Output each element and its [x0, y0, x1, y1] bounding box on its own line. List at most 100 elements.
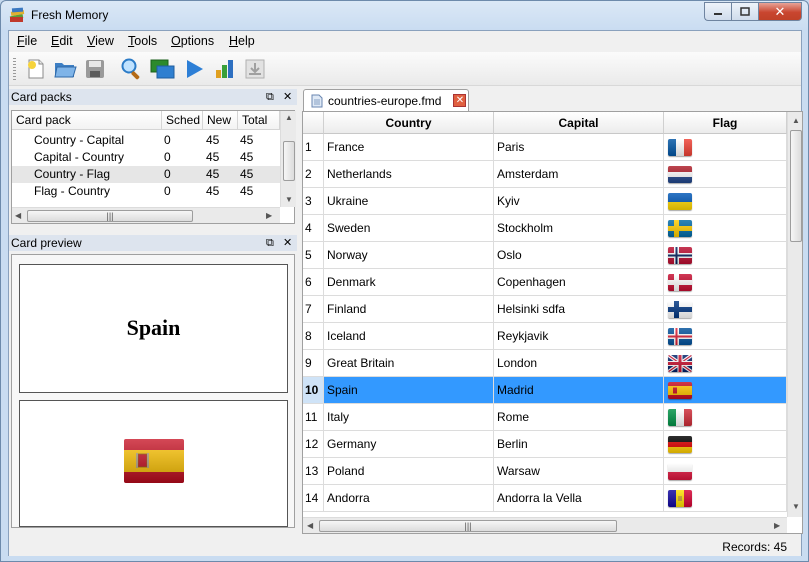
- menu-options[interactable]: Options: [171, 34, 214, 48]
- title-bar[interactable]: Fresh Memory ✕: [1, 1, 808, 30]
- import-button[interactable]: [242, 56, 268, 82]
- cell-country[interactable]: Norway: [324, 242, 494, 269]
- row-number[interactable]: 11: [303, 404, 324, 431]
- card-pack-row[interactable]: Capital - Country 0 45 45: [12, 149, 280, 166]
- cell-capital[interactable]: Berlin: [494, 431, 664, 458]
- cell-country[interactable]: Poland: [324, 458, 494, 485]
- row-number[interactable]: 8: [303, 323, 324, 350]
- row-number[interactable]: 3: [303, 188, 324, 215]
- row-number[interactable]: 2: [303, 161, 324, 188]
- column-header-flag[interactable]: Flag: [664, 112, 787, 134]
- cell-country[interactable]: Ukraine: [324, 188, 494, 215]
- table-row[interactable]: 8 Iceland Reykjavik: [303, 323, 787, 350]
- cards-table[interactable]: Country Capital Flag 1 France Paris 2 Nether…: [302, 111, 803, 534]
- cell-country[interactable]: Andorra: [324, 485, 494, 512]
- row-number[interactable]: 14: [303, 485, 324, 512]
- cell-capital[interactable]: Paris: [494, 134, 664, 161]
- cell-capital[interactable]: Amsterdam: [494, 161, 664, 188]
- row-number[interactable]: 12: [303, 431, 324, 458]
- table-horizontal-scrollbar[interactable]: ◀ ||| ▶: [303, 517, 787, 533]
- cell-flag[interactable]: [664, 188, 787, 215]
- card-packs-horizontal-scrollbar[interactable]: ◀ ||| ▶: [12, 207, 280, 223]
- cell-flag[interactable]: [664, 215, 787, 242]
- row-number[interactable]: 7: [303, 296, 324, 323]
- close-button[interactable]: ✕: [758, 2, 802, 21]
- column-header-country[interactable]: Country: [324, 112, 494, 134]
- row-number[interactable]: 6: [303, 269, 324, 296]
- cell-flag[interactable]: [664, 242, 787, 269]
- cell-country[interactable]: Italy: [324, 404, 494, 431]
- menu-view[interactable]: View: [87, 34, 114, 48]
- scroll-right-icon[interactable]: ▶: [774, 521, 780, 530]
- cell-country[interactable]: Denmark: [324, 269, 494, 296]
- table-row[interactable]: 5 Norway Oslo: [303, 242, 787, 269]
- menu-help[interactable]: Help: [229, 34, 255, 48]
- row-number[interactable]: 5: [303, 242, 324, 269]
- scroll-left-icon[interactable]: ◀: [307, 521, 313, 530]
- row-number[interactable]: 10: [303, 377, 324, 404]
- card-packs-list[interactable]: Card pack Sched New Total Country - Capi…: [11, 110, 296, 224]
- row-number[interactable]: 1: [303, 134, 324, 161]
- tab-countries-europe[interactable]: countries-europe.fmd ✕: [303, 89, 469, 111]
- cell-country[interactable]: Great Britain: [324, 350, 494, 377]
- scrollbar-thumb[interactable]: [790, 130, 802, 242]
- table-row[interactable]: 14 Andorra Andorra la Vella: [303, 485, 787, 512]
- scroll-up-icon[interactable]: ▲: [285, 113, 293, 122]
- cell-country[interactable]: Sweden: [324, 215, 494, 242]
- close-icon[interactable]: ✕: [283, 235, 292, 251]
- column-header-capital[interactable]: Capital: [494, 112, 664, 134]
- card-pack-row[interactable]: Country - Capital 0 45 45: [12, 132, 280, 149]
- menu-tools[interactable]: Tools: [128, 34, 157, 48]
- cell-flag[interactable]: [664, 269, 787, 296]
- cell-country[interactable]: Iceland: [324, 323, 494, 350]
- undock-icon[interactable]: ⧉: [266, 89, 274, 105]
- cell-capital[interactable]: Kyiv: [494, 188, 664, 215]
- table-row[interactable]: 12 Germany Berlin: [303, 431, 787, 458]
- cell-capital[interactable]: Reykjavik: [494, 323, 664, 350]
- cell-capital[interactable]: Madrid: [494, 377, 664, 404]
- menu-edit[interactable]: Edit: [51, 34, 73, 48]
- cell-flag[interactable]: [664, 323, 787, 350]
- table-row[interactable]: 11 Italy Rome: [303, 404, 787, 431]
- scroll-down-icon[interactable]: ▼: [792, 502, 800, 511]
- save-button[interactable]: [82, 56, 108, 82]
- cell-flag[interactable]: [664, 431, 787, 458]
- cell-country[interactable]: Finland: [324, 296, 494, 323]
- cell-country[interactable]: Germany: [324, 431, 494, 458]
- open-button[interactable]: [52, 56, 78, 82]
- header-sched[interactable]: Sched: [162, 111, 203, 130]
- find-button[interactable]: [119, 56, 145, 82]
- card-packs-vertical-scrollbar[interactable]: ▲ ▼: [280, 111, 296, 207]
- scrollbar-thumb[interactable]: |||: [27, 210, 193, 222]
- scrollbar-thumb[interactable]: |||: [319, 520, 617, 532]
- close-icon[interactable]: ✕: [283, 89, 292, 105]
- cell-flag[interactable]: [664, 161, 787, 188]
- windows-button[interactable]: [150, 56, 176, 82]
- cell-flag[interactable]: [664, 458, 787, 485]
- scroll-up-icon[interactable]: ▲: [792, 116, 800, 125]
- cell-capital[interactable]: Oslo: [494, 242, 664, 269]
- scroll-left-icon[interactable]: ◀: [15, 211, 21, 220]
- row-number[interactable]: 4: [303, 215, 324, 242]
- row-number[interactable]: 13: [303, 458, 324, 485]
- scrollbar-thumb[interactable]: [283, 141, 295, 181]
- scroll-right-icon[interactable]: ▶: [266, 211, 272, 220]
- cell-capital[interactable]: Rome: [494, 404, 664, 431]
- cell-flag[interactable]: [664, 404, 787, 431]
- table-row[interactable]: 6 Denmark Copenhagen: [303, 269, 787, 296]
- cell-capital[interactable]: Warsaw: [494, 458, 664, 485]
- table-vertical-scrollbar[interactable]: ▲ ▼: [787, 112, 802, 517]
- cell-capital[interactable]: London: [494, 350, 664, 377]
- minimize-button[interactable]: [704, 2, 731, 21]
- table-row[interactable]: 10 Spain Madrid: [303, 377, 787, 404]
- scroll-down-icon[interactable]: ▼: [285, 195, 293, 204]
- row-number[interactable]: 9: [303, 350, 324, 377]
- maximize-button[interactable]: [731, 2, 758, 21]
- card-pack-row[interactable]: Flag - Country 0 45 45: [12, 183, 280, 200]
- cell-capital[interactable]: Andorra la Vella: [494, 485, 664, 512]
- table-row[interactable]: 7 Finland Helsinki sdfa: [303, 296, 787, 323]
- header-new[interactable]: New: [203, 111, 238, 130]
- study-button[interactable]: [181, 56, 207, 82]
- toolbar-grip[interactable]: [13, 58, 16, 80]
- cell-flag[interactable]: [664, 377, 787, 404]
